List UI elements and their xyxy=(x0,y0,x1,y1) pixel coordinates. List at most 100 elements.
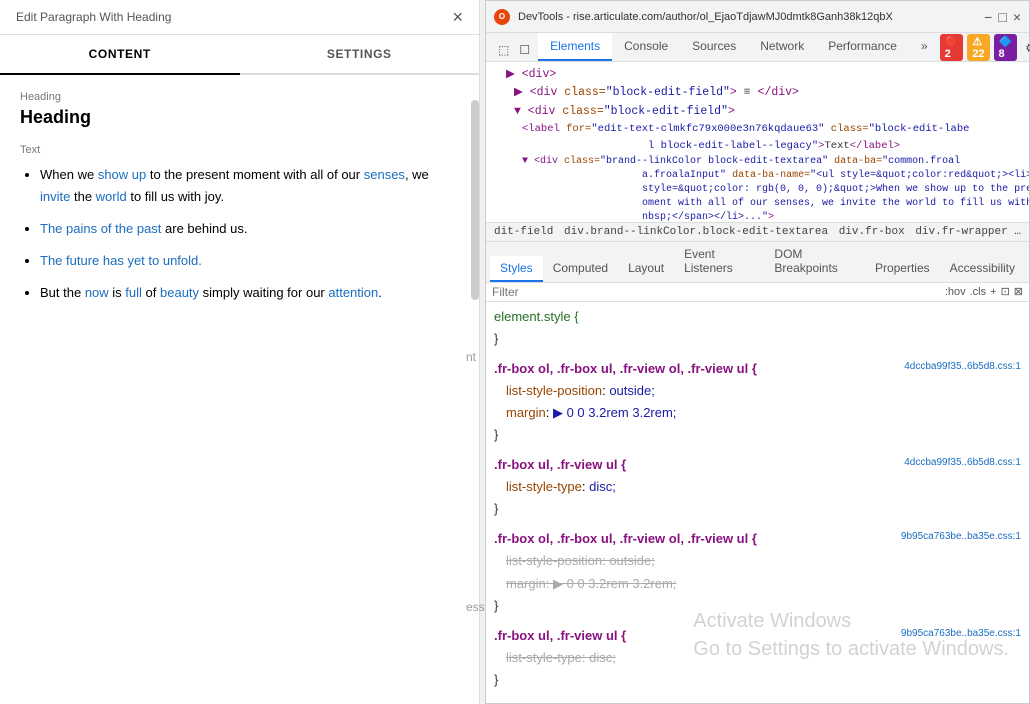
devtools-badges: 🔴 2 ⚠ 22 🔷 8 ⚙ ⋮ xyxy=(940,34,1030,61)
minimize-icon[interactable]: − xyxy=(984,10,992,24)
style-block: .fr-box ul, .fr-view ul { 9b95ca763be..b… xyxy=(494,625,1021,691)
left-content: Heading Heading Text When we show up to … xyxy=(0,75,479,679)
list-item: But the now is full of beauty simply wai… xyxy=(40,282,459,304)
titlebar-icons: − □ × xyxy=(984,10,1021,24)
nt-label: nt xyxy=(466,350,476,364)
tab-performance[interactable]: Performance xyxy=(816,33,909,61)
style-prop: list-style-type xyxy=(506,650,582,665)
devtools-panel: O DevTools - rise.articulate.com/author/… xyxy=(485,0,1030,704)
link-text: attention xyxy=(328,285,378,300)
list-item-text: The future has yet to unfold. xyxy=(40,253,202,268)
breadcrumb-item[interactable]: div.fr-wrapper xyxy=(915,226,1007,238)
favicon-icon: O xyxy=(494,9,510,25)
style-prop: margin xyxy=(506,576,546,591)
bullet-list: When we show up to the present moment wi… xyxy=(20,164,459,304)
styles-filter-bar: :hov .cls + ⊡ ⊠ xyxy=(486,283,1029,302)
link-text: invite xyxy=(40,189,70,204)
style-close-brace: } xyxy=(494,501,498,516)
style-source[interactable]: 9b95ca763be..ba35e.css:1 xyxy=(901,528,1021,545)
tab-more[interactable]: » xyxy=(909,33,940,61)
left-panel-header: Edit Paragraph With Heading × xyxy=(0,0,479,35)
breadcrumb-item[interactable]: dit-field xyxy=(494,226,553,238)
link-text: now xyxy=(85,285,109,300)
style-close-brace: } xyxy=(494,672,498,687)
styles-content: element.style { } .fr-box ol, .fr-box ul… xyxy=(486,302,1029,704)
devtools-tabs: ⬚ ☐ Elements Console Sources Network Per… xyxy=(486,33,1029,62)
hov-toggle[interactable]: :hov xyxy=(945,286,966,298)
tree-line: ▼ <div class="block-edit-field"> xyxy=(486,103,1029,121)
style-selector: .fr-box ol, .fr-box ul, .fr-view ol, .fr… xyxy=(494,531,757,546)
tab-console[interactable]: Console xyxy=(612,33,680,61)
style-prop: list-style-type xyxy=(506,479,582,494)
left-panel-title: Edit Paragraph With Heading xyxy=(16,10,171,24)
dom-tree[interactable]: ▶ <div> ▶ <div class="block-edit-field">… xyxy=(486,62,1029,222)
ess-label: ess xyxy=(466,600,485,614)
styles-filter-input[interactable] xyxy=(492,285,939,299)
tree-line: <label for="edit-text-clmkfc79x000e3n76k… xyxy=(486,121,1029,155)
style-source[interactable]: 9b95ca763be..ba35e.css:1 xyxy=(901,625,1021,642)
tab-layout[interactable]: Layout xyxy=(618,256,674,282)
style-value: ▶ 0 0 3.2rem 3.2rem; xyxy=(553,405,676,420)
list-item: When we show up to the present moment wi… xyxy=(40,164,459,208)
list-item-text: But the now is full of beauty simply wai… xyxy=(40,285,382,300)
cls-toggle[interactable]: .cls xyxy=(970,286,987,298)
lower-tabs: Styles Computed Layout Event Listeners D… xyxy=(486,242,1029,283)
text-label: Text xyxy=(20,144,459,156)
add-style-icon[interactable]: + xyxy=(990,286,996,298)
info-badge: 🔷 8 xyxy=(994,34,1018,61)
style-prop: margin xyxy=(506,405,546,420)
tree-line: ▼ <div class="brand--linkColor block-edi… xyxy=(486,155,1029,222)
style-block: .fr-box ol, .fr-box ul, .fr-view ol, .fr… xyxy=(494,358,1021,446)
style-block: .fr-box ol, .fr-box ul, .fr-view ol, .fr… xyxy=(494,528,1021,616)
style-close-brace: } xyxy=(494,598,498,613)
tab-computed[interactable]: Computed xyxy=(543,256,618,282)
tab-elements[interactable]: Elements xyxy=(538,33,612,61)
close-styles-icon[interactable]: ⊠ xyxy=(1014,285,1023,298)
tab-properties[interactable]: Properties xyxy=(865,256,940,282)
tab-sources[interactable]: Sources xyxy=(680,33,748,61)
link-text: The pains of the past xyxy=(40,221,161,236)
style-prop: list-style-position xyxy=(506,553,602,568)
warning-badge: ⚠ 22 xyxy=(967,34,989,61)
cursor-icon[interactable]: ⬚ xyxy=(494,41,513,59)
style-block: element.style { } xyxy=(494,306,1021,350)
tree-line: ▶ <div> xyxy=(486,66,1029,84)
heading-label: Heading xyxy=(20,91,459,103)
tab-settings[interactable]: SETTINGS xyxy=(240,35,480,75)
link-text: senses xyxy=(364,167,405,182)
style-source[interactable]: 4dccba99f35..6b5d8.css:1 xyxy=(904,454,1021,471)
list-item: The pains of the past are behind us. xyxy=(40,218,459,240)
left-tabs: CONTENT SETTINGS xyxy=(0,35,479,75)
error-badge: 🔴 2 xyxy=(940,34,964,61)
settings-icon[interactable]: ⚙ xyxy=(1021,39,1030,57)
mobile-icon[interactable]: ☐ xyxy=(515,41,534,59)
breadcrumb-bar: dit-field div.brand--linkColor.block-edi… xyxy=(486,222,1029,242)
tab-event-listeners[interactable]: Event Listeners xyxy=(674,242,764,282)
style-block: .fr-box ul, .fr-view ul { 4dccba99f35..6… xyxy=(494,454,1021,520)
style-source[interactable]: 4dccba99f35..6b5d8.css:1 xyxy=(904,358,1021,375)
left-panel: Edit Paragraph With Heading × CONTENT SE… xyxy=(0,0,480,704)
style-selector: .fr-box ul, .fr-view ul { xyxy=(494,457,626,472)
tree-line: ▶ <div class="block-edit-field"> ≡ </div… xyxy=(486,84,1029,102)
link-text: show up xyxy=(98,167,146,182)
maximize-icon[interactable]: □ xyxy=(998,10,1006,24)
close-icon[interactable]: × xyxy=(452,8,463,26)
list-item-text: The pains of the past are behind us. xyxy=(40,221,247,236)
devtools-url: DevTools - rise.articulate.com/author/ol… xyxy=(518,11,976,23)
breadcrumb-item[interactable]: div.fr-element.fr-view xyxy=(1018,226,1029,238)
close-window-icon[interactable]: × xyxy=(1013,10,1021,24)
style-selector: .fr-box ul, .fr-view ul { xyxy=(494,628,626,643)
style-selector: element.style { xyxy=(494,309,579,324)
tab-network[interactable]: Network xyxy=(748,33,816,61)
inspector-icon[interactable]: ⊡ xyxy=(1001,285,1010,298)
heading-value: Heading xyxy=(20,107,459,128)
tab-styles[interactable]: Styles xyxy=(490,256,543,282)
list-item-text: When we show up to the present moment wi… xyxy=(40,167,429,204)
tab-accessibility[interactable]: Accessibility xyxy=(940,256,1025,282)
tab-content[interactable]: CONTENT xyxy=(0,35,240,75)
breadcrumb-item[interactable]: div.fr-box xyxy=(839,226,905,238)
tab-dom-breakpoints[interactable]: DOM Breakpoints xyxy=(764,242,865,282)
breadcrumb-item[interactable]: div.brand--linkColor.block-edit-textarea xyxy=(564,226,828,238)
link-text: The future has yet to unfold. xyxy=(40,253,202,268)
scroll-bar[interactable] xyxy=(471,100,479,300)
